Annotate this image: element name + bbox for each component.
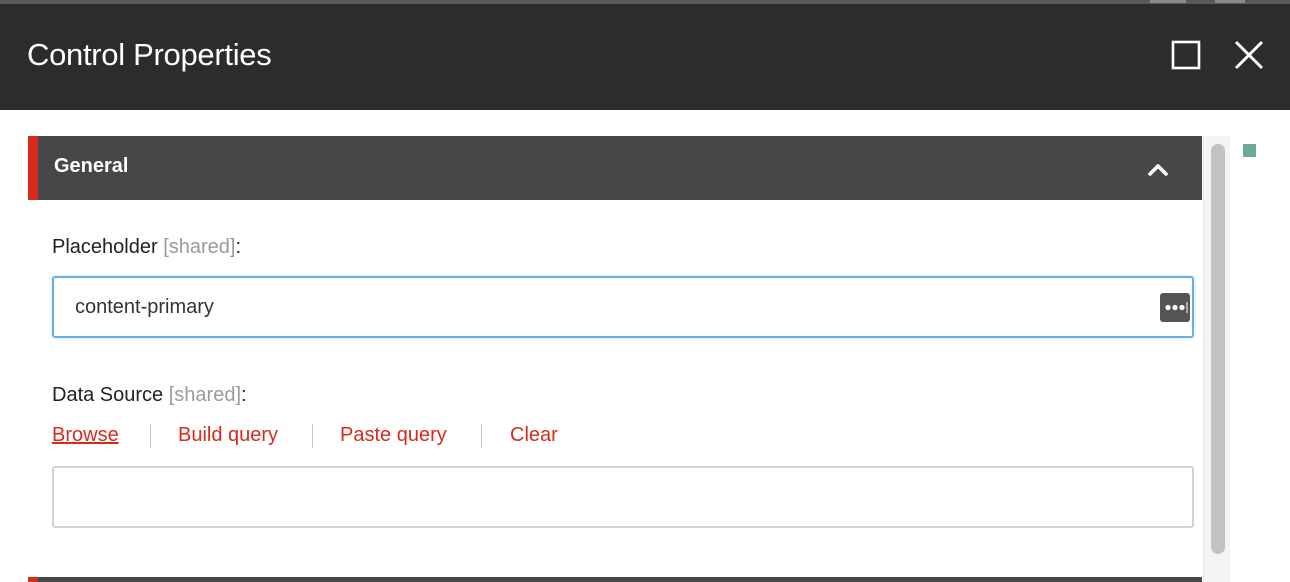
maximize-button[interactable] — [1168, 37, 1204, 73]
close-button[interactable] — [1231, 37, 1267, 73]
datasource-field[interactable] — [52, 466, 1194, 528]
dialog-title: Control Properties — [27, 37, 272, 72]
section-accent-bar — [28, 136, 38, 200]
link-separator — [481, 424, 482, 448]
dialog-header: Control Properties — [0, 4, 1290, 110]
placeholder-label-text: Placeholder — [52, 236, 158, 258]
placeholder-field — [52, 276, 1194, 338]
dialog-window: Control Properties General Placeholder [… — [0, 0, 1290, 582]
close-icon — [1234, 40, 1264, 70]
status-indicator — [1243, 144, 1256, 157]
datasource-label-text: Data Source — [52, 384, 164, 406]
placeholder-label: Placeholder [shared]: — [52, 236, 241, 259]
paste-query-link[interactable]: Paste query — [340, 424, 447, 447]
browse-link[interactable]: Browse — [52, 424, 119, 447]
maximize-icon — [1171, 40, 1201, 70]
scrollbar-track[interactable] — [1203, 136, 1230, 582]
link-separator — [150, 424, 151, 448]
placeholder-more-button[interactable] — [1160, 293, 1190, 322]
placeholder-shared-tag: [shared] — [163, 236, 236, 258]
placeholder-input[interactable] — [75, 292, 1135, 322]
section-accent-bar — [28, 577, 38, 582]
datasource-label: Data Source [shared]: — [52, 384, 247, 407]
link-separator — [312, 424, 313, 448]
section-title: General — [54, 155, 129, 177]
build-query-link[interactable]: Build query — [178, 424, 278, 447]
section-header-general[interactable]: General — [28, 136, 1202, 200]
next-section-header[interactable] — [28, 577, 1202, 582]
scrollbar-thumb[interactable] — [1211, 144, 1225, 554]
chevron-up-icon[interactable] — [1144, 156, 1172, 184]
placeholder-label-colon: : — [235, 236, 242, 258]
dialog-body: General Placeholder [shared]: content-pr… — [0, 110, 1290, 582]
datasource-label-colon: : — [241, 384, 247, 406]
ellipsis-icon — [1165, 302, 1188, 313]
datasource-shared-tag: [shared] — [168, 384, 241, 406]
clear-link[interactable]: Clear — [510, 424, 558, 447]
